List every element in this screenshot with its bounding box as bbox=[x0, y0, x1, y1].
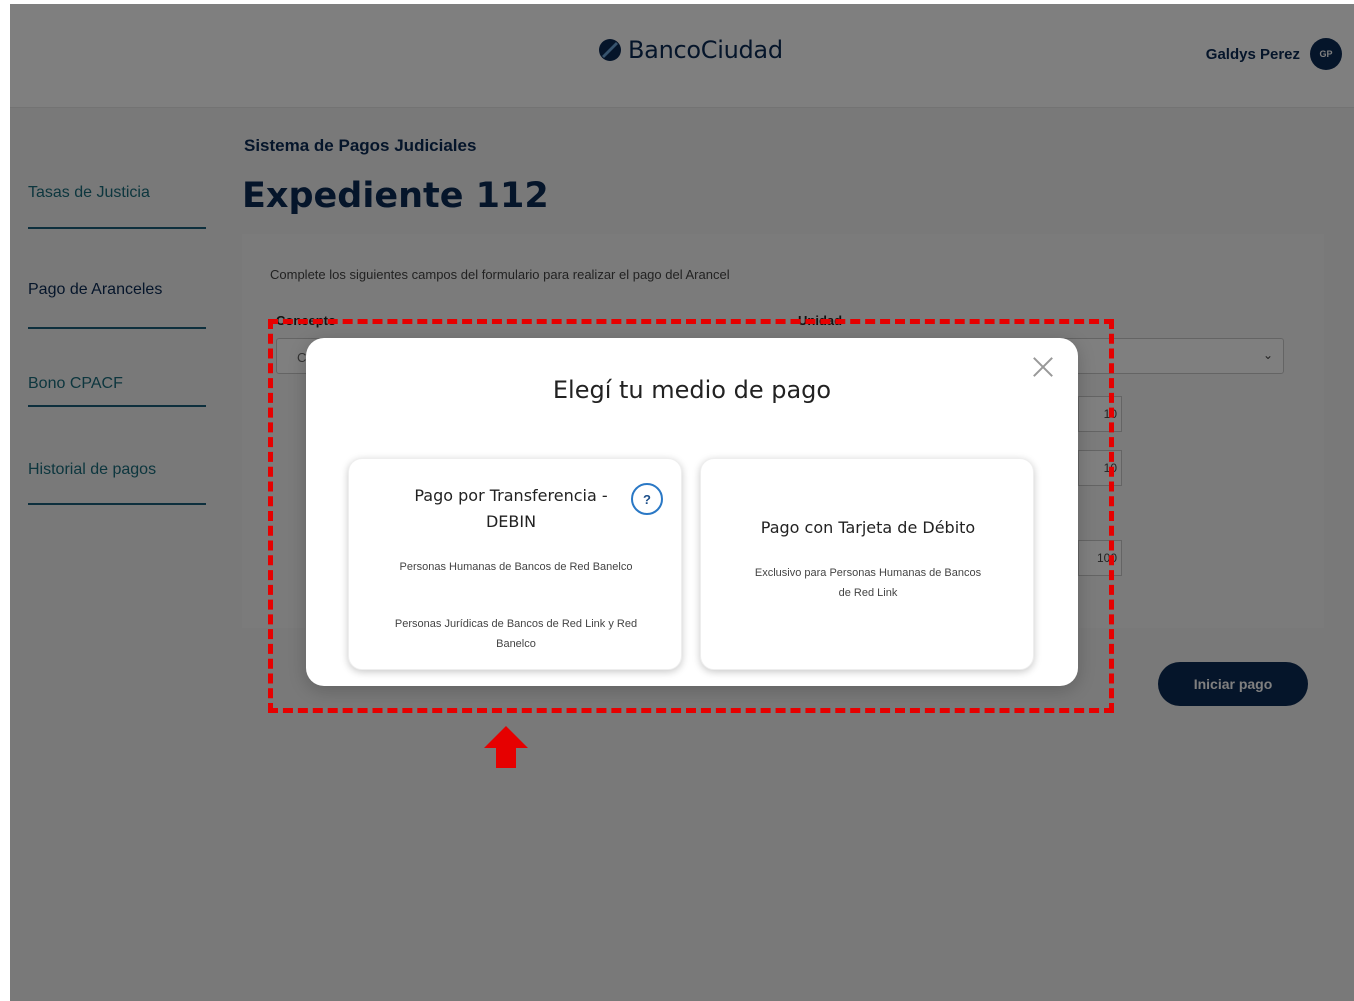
arrow-up-icon bbox=[484, 726, 528, 768]
highlight-box bbox=[268, 319, 1114, 713]
page: BancoCiudad Galdys Perez GP Tasas de Jus… bbox=[10, 4, 1354, 1001]
